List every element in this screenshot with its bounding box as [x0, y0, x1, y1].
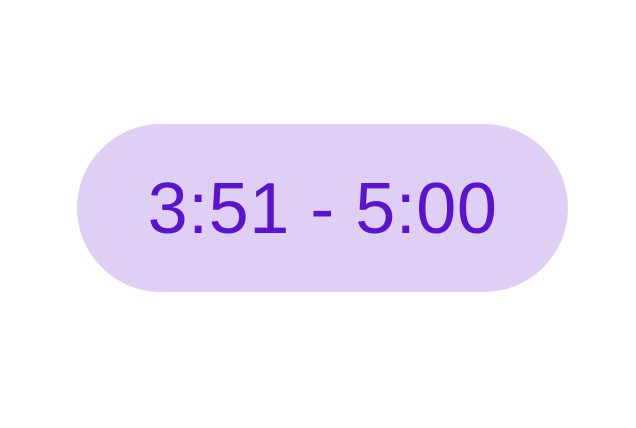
time-range-label: 3:51 - 5:00 — [147, 169, 498, 249]
time-range-chip[interactable]: 3:51 - 5:00 — [77, 124, 568, 292]
canvas: 3:51 - 5:00 — [0, 0, 636, 428]
